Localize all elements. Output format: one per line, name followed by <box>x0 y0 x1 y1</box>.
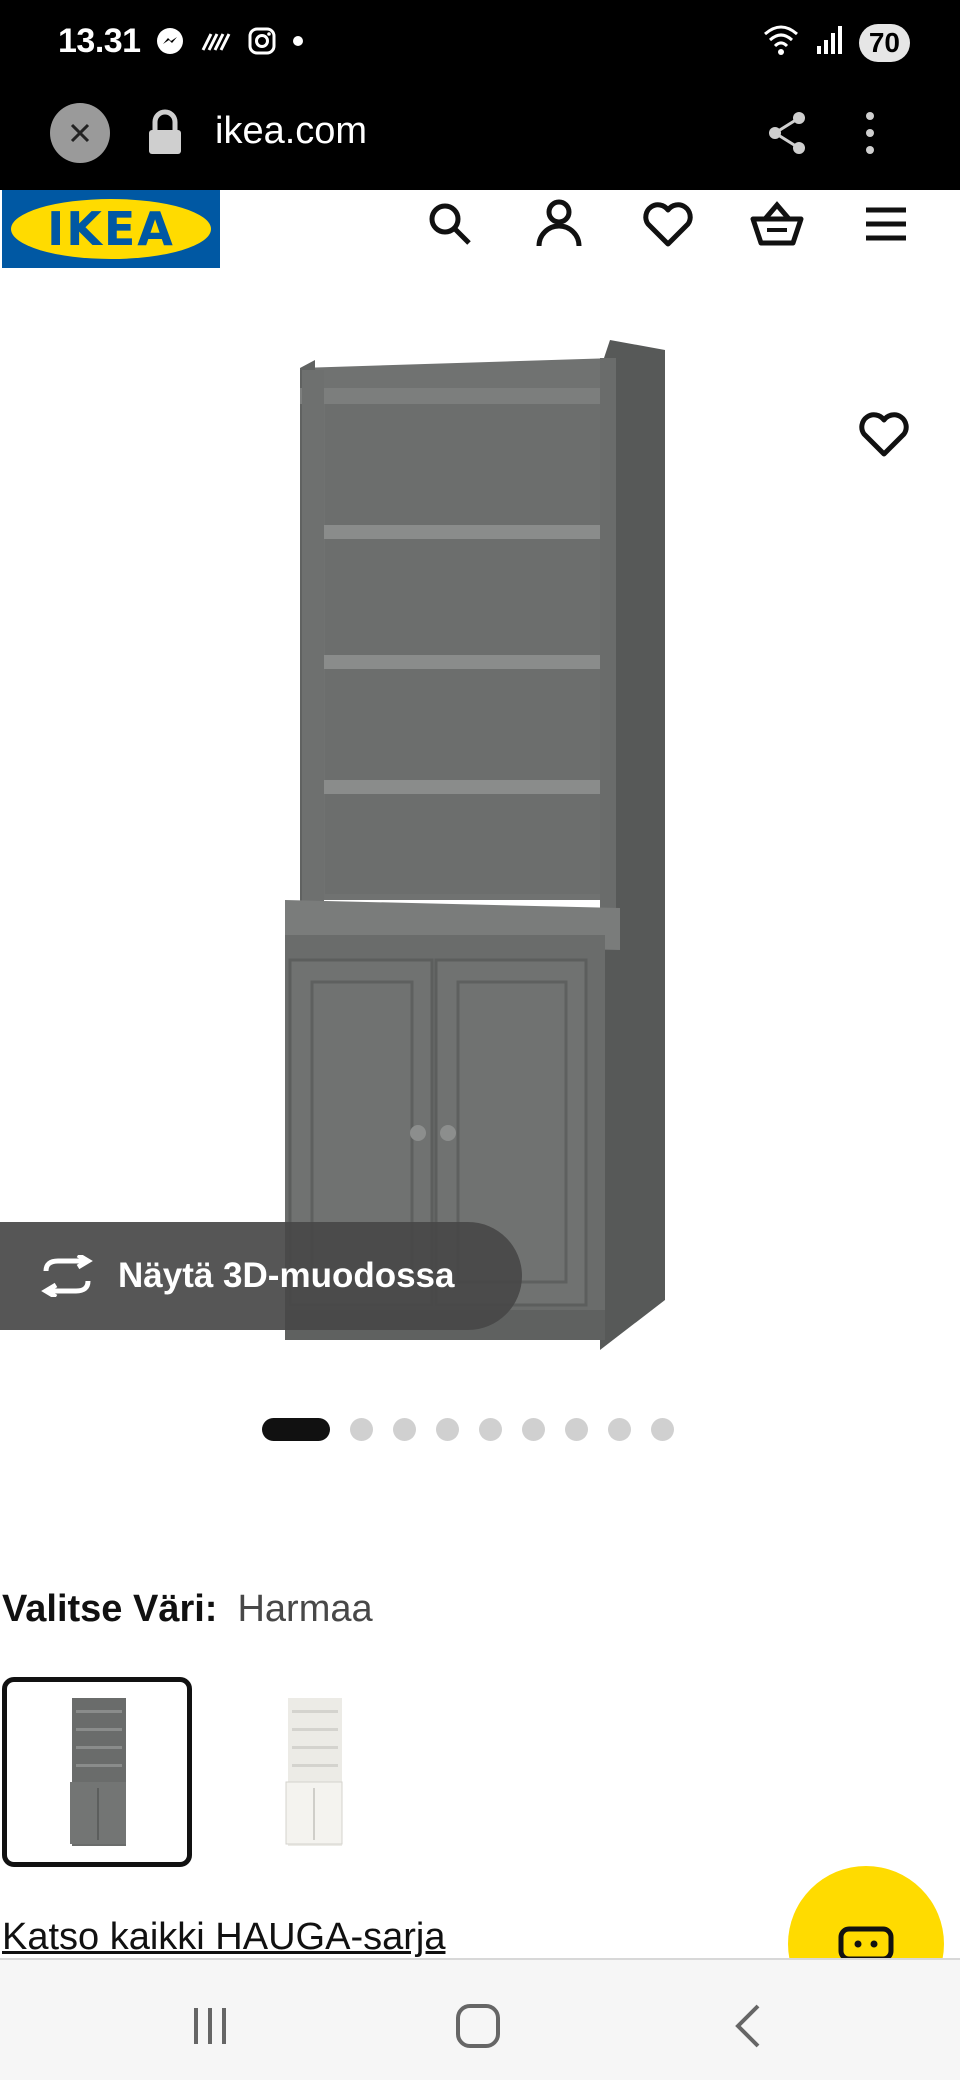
site-header: IKEA <box>0 190 960 280</box>
color-value: Harmaa <box>237 1588 373 1630</box>
favorites-icon[interactable] <box>640 196 696 252</box>
series-link[interactable]: Katso kaikki HAUGA-sarja <box>2 1916 445 1959</box>
battery-icon: 70 <box>858 23 910 62</box>
more-vertical-icon[interactable] <box>860 108 880 163</box>
browser-toolbar: ikea.com <box>0 90 960 190</box>
search-icon[interactable] <box>422 196 478 252</box>
ikea-logo-oval: IKEA <box>11 199 211 259</box>
wifi-icon <box>761 22 801 63</box>
color-label: Valitse Väri: <box>2 1588 218 1630</box>
cart-icon[interactable] <box>749 196 805 252</box>
add-to-favorites-button[interactable] <box>858 410 910 463</box>
status-system: 70 <box>761 22 910 63</box>
url-field[interactable]: ikea.com <box>215 110 367 153</box>
rotate-3d-icon <box>38 1255 96 1297</box>
status-time: 13.31 <box>58 22 141 60</box>
recent-apps-icon[interactable] <box>180 1996 240 2056</box>
status-bar: 13.31 70 <box>0 0 960 90</box>
image-carousel-dots <box>262 1418 674 1441</box>
signal-lines-icon <box>199 26 233 61</box>
account-icon[interactable] <box>531 196 587 252</box>
carousel-dot[interactable] <box>479 1418 502 1441</box>
messenger-icon <box>155 26 185 61</box>
menu-icon[interactable] <box>858 196 914 252</box>
home-icon[interactable] <box>448 1996 508 2056</box>
share-icon[interactable] <box>765 108 811 163</box>
carousel-dot[interactable] <box>522 1418 545 1441</box>
color-swatch-white[interactable] <box>218 1677 408 1867</box>
view-3d-button[interactable]: Näytä 3D-muodossa <box>0 1222 522 1330</box>
close-icon <box>70 123 90 143</box>
system-nav-bar <box>0 1958 960 2080</box>
dot-icon <box>291 26 305 61</box>
instagram-icon <box>247 26 277 61</box>
color-selector-heading: Valitse Väri: Harmaa <box>2 1588 373 1631</box>
ikea-logo-text: IKEA <box>47 202 175 256</box>
carousel-dot[interactable] <box>436 1418 459 1441</box>
heart-icon <box>859 412 909 457</box>
view-3d-label: Näytä 3D-muodossa <box>118 1256 455 1295</box>
carousel-dot[interactable] <box>565 1418 588 1441</box>
ikea-logo[interactable]: IKEA <box>2 190 220 268</box>
lock-icon[interactable] <box>145 108 185 163</box>
carousel-dot[interactable] <box>393 1418 416 1441</box>
close-tab-button[interactable] <box>50 103 110 163</box>
cell-signal-icon <box>815 24 845 61</box>
back-icon[interactable] <box>718 1996 778 2056</box>
carousel-dot[interactable] <box>651 1418 674 1441</box>
carousel-dot[interactable] <box>350 1418 373 1441</box>
carousel-dot-active[interactable] <box>262 1418 330 1441</box>
status-notifications <box>155 26 305 61</box>
color-swatch-gray[interactable] <box>2 1677 192 1867</box>
carousel-dot[interactable] <box>608 1418 631 1441</box>
